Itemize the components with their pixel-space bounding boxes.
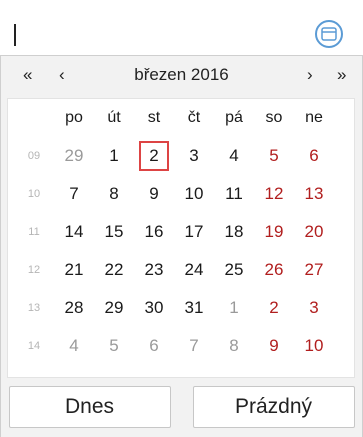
day-cell[interactable]: 10 xyxy=(294,327,334,365)
day-cell[interactable]: 15 xyxy=(94,213,134,251)
day-cell[interactable]: 18 xyxy=(214,213,254,251)
day-cell[interactable]: 3 xyxy=(294,289,334,327)
day-cell[interactable]: 28 xyxy=(54,289,94,327)
day-cell[interactable]: 30 xyxy=(134,289,174,327)
today-marker: 2 xyxy=(139,141,169,171)
week-number: 12 xyxy=(27,264,41,276)
day-cell[interactable]: 6 xyxy=(294,137,334,175)
calendar-icon-glyph xyxy=(321,27,337,41)
today-button[interactable]: Dnes xyxy=(8,386,171,428)
day-cell[interactable]: 2 xyxy=(254,289,294,327)
date-input[interactable] xyxy=(0,0,363,56)
day-cell[interactable]: 5 xyxy=(94,327,134,365)
day-cell[interactable]: 5 xyxy=(254,137,294,175)
week-header-spacer xyxy=(14,99,54,137)
month-navigation: « ‹ březen 2016 › » xyxy=(1,56,362,94)
week-number: 11 xyxy=(28,226,40,238)
day-cell[interactable]: 27 xyxy=(294,251,334,289)
day-cell[interactable]: 20 xyxy=(294,213,334,251)
day-cell[interactable]: 29 xyxy=(54,137,94,175)
weekday-header: so xyxy=(265,109,283,126)
day-cell[interactable]: 14 xyxy=(54,213,94,251)
weekday-header: po xyxy=(65,109,83,126)
day-cell[interactable]: 1 xyxy=(94,137,134,175)
day-cell[interactable]: 8 xyxy=(94,175,134,213)
day-cell[interactable]: 21 xyxy=(54,251,94,289)
week-number: 10 xyxy=(27,188,41,200)
day-cell[interactable]: 26 xyxy=(254,251,294,289)
day-cell[interactable]: 7 xyxy=(54,175,94,213)
day-cell[interactable]: 25 xyxy=(214,251,254,289)
day-cell[interactable]: 17 xyxy=(174,213,214,251)
day-cell[interactable]: 7 xyxy=(174,327,214,365)
day-cell[interactable]: 13 xyxy=(294,175,334,213)
day-cell[interactable]: 19 xyxy=(254,213,294,251)
day-cell[interactable]: 2 xyxy=(134,137,174,175)
day-cell[interactable]: 6 xyxy=(134,327,174,365)
calendar-icon[interactable] xyxy=(315,20,343,48)
day-cell[interactable]: 29 xyxy=(94,289,134,327)
week-number: 09 xyxy=(27,150,41,162)
week-number: 14 xyxy=(27,340,41,352)
datepicker-panel: « ‹ březen 2016 › » po út st čt pá so ne 09 29 1 2… xyxy=(0,56,363,437)
weekday-header: st xyxy=(147,109,161,126)
calendar-grid: po út st čt pá so ne 09 29 1 2 3 4 5 6 10 7 8 9 10 11 12 13 11 1… xyxy=(7,98,355,378)
day-cell[interactable]: 4 xyxy=(214,137,254,175)
weekday-header: čt xyxy=(187,109,201,126)
footer-buttons: Dnes Prázdný xyxy=(1,386,362,436)
next-year-button[interactable]: » xyxy=(337,65,346,85)
day-cell[interactable]: 4 xyxy=(54,327,94,365)
text-caret xyxy=(14,24,16,46)
clear-button[interactable]: Prázdný xyxy=(192,386,355,428)
day-cell[interactable]: 1 xyxy=(214,289,254,327)
day-cell[interactable]: 22 xyxy=(94,251,134,289)
weekday-header: pá xyxy=(225,109,243,126)
weekday-header: ne xyxy=(305,109,323,126)
day-cell[interactable]: 9 xyxy=(134,175,174,213)
day-cell[interactable]: 16 xyxy=(134,213,174,251)
day-cell[interactable]: 10 xyxy=(174,175,214,213)
day-cell[interactable]: 8 xyxy=(214,327,254,365)
week-number: 13 xyxy=(27,302,41,314)
day-cell[interactable]: 31 xyxy=(174,289,214,327)
day-cell[interactable]: 11 xyxy=(214,175,254,213)
day-cell[interactable]: 9 xyxy=(254,327,294,365)
next-month-button[interactable]: › xyxy=(307,65,313,85)
day-cell[interactable]: 3 xyxy=(174,137,214,175)
day-cell[interactable]: 23 xyxy=(134,251,174,289)
day-cell[interactable]: 12 xyxy=(254,175,294,213)
day-cell[interactable]: 24 xyxy=(174,251,214,289)
weekday-header: út xyxy=(107,109,121,126)
